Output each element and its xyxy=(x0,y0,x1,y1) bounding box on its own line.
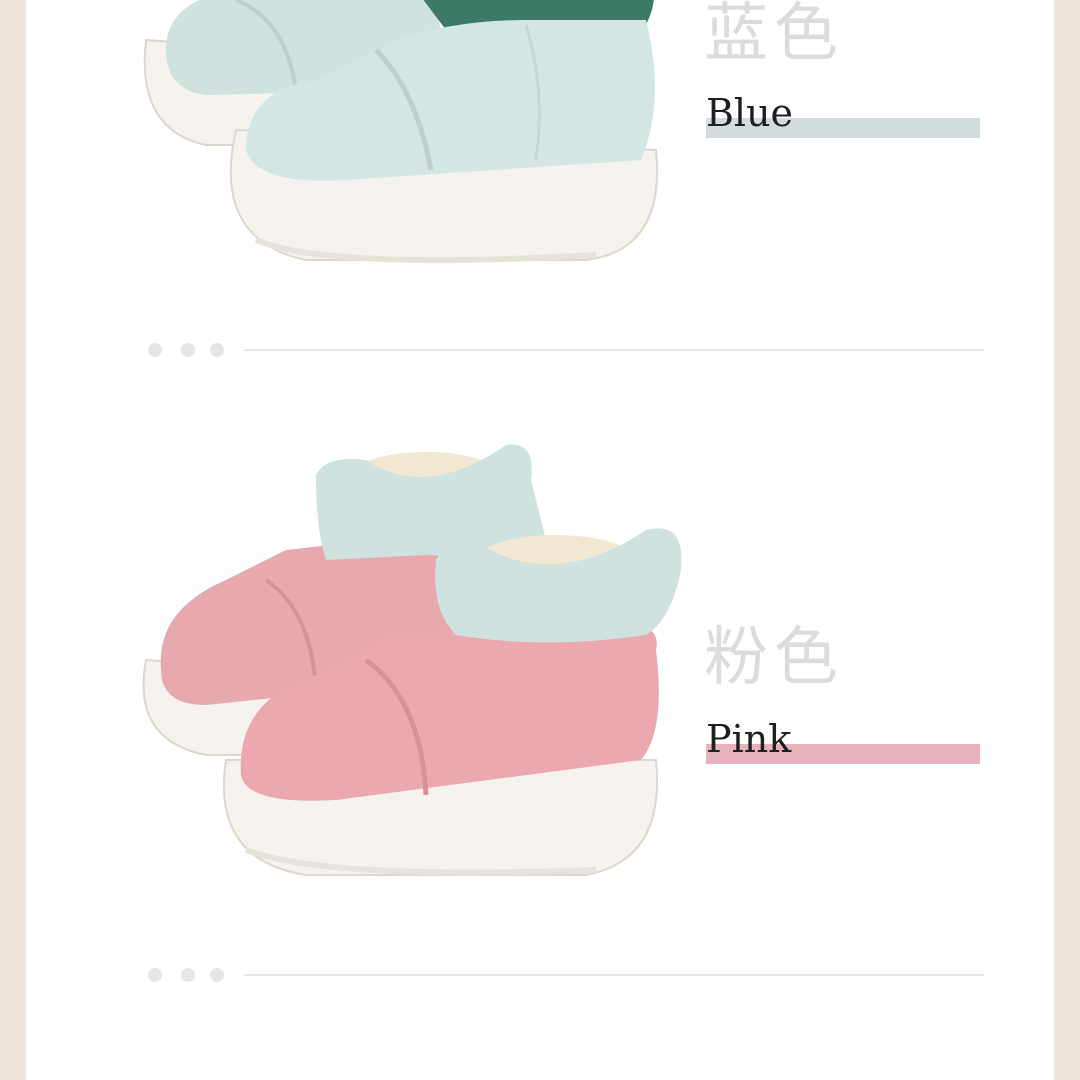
variant-name-zh: 蓝色 xyxy=(704,0,844,71)
pink-boots-image xyxy=(142,444,682,876)
content-panel: 蓝色 Blue 粉色 Pink xyxy=(26,0,1054,1080)
blue-boots-image xyxy=(143,0,659,263)
divider-dot xyxy=(210,343,224,357)
divider-line xyxy=(244,974,984,976)
variant-name-en: Pink xyxy=(706,717,792,761)
divider-dot xyxy=(148,343,162,357)
product-color-page: 蓝色 Blue 粉色 Pink xyxy=(0,0,1080,1080)
variant-name-en: Blue xyxy=(706,91,794,135)
divider-dot xyxy=(181,343,195,357)
divider-dot xyxy=(148,968,162,982)
divider-line xyxy=(244,349,984,351)
variant-name-zh: 粉色 xyxy=(704,621,844,695)
section-divider xyxy=(148,968,984,982)
divider-dot xyxy=(210,968,224,982)
section-divider xyxy=(148,343,984,357)
divider-dot xyxy=(181,968,195,982)
